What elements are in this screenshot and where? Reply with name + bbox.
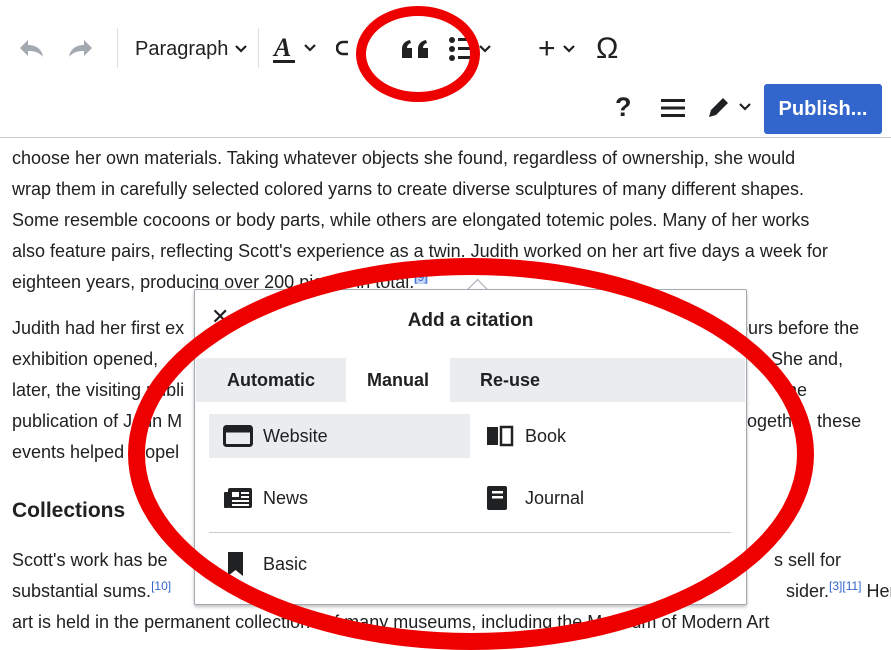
option-label: Journal [525, 488, 584, 509]
undo-icon [18, 36, 46, 60]
citation-tabs: Automatic Manual Re-use [196, 358, 745, 402]
paragraph-line: Scott's work has be [12, 545, 168, 576]
omega-icon: Ω [596, 32, 618, 66]
paragraph-line: also feature pairs, reflecting Scott's e… [12, 236, 828, 267]
paragraph-text: Her [862, 581, 891, 601]
paragraph-line: the [782, 375, 807, 406]
paragraph-line: exhibition opened, [12, 344, 158, 375]
journal-icon [485, 486, 515, 510]
editor-toolbar: Paragraph A + Ω ? Publish... [0, 0, 891, 137]
dialog-title: Add a citation [195, 310, 746, 332]
citation-reference[interactable]: [3][11] [829, 579, 861, 593]
text-style-dropdown[interactable]: A [271, 30, 317, 66]
paragraph-line: events helped propel [12, 437, 179, 468]
citation-option-basic[interactable]: Basic [223, 542, 463, 586]
chevron-down-icon [562, 44, 576, 54]
bookmark-icon [223, 552, 253, 576]
paragraph-line: sider.[3][11] Her [786, 576, 891, 607]
redo-button[interactable] [66, 36, 94, 60]
paragraph-label: Paragraph [135, 38, 228, 61]
tab-manual[interactable]: Manual [346, 358, 450, 402]
help-button[interactable]: ? [615, 92, 632, 123]
link-button[interactable] [336, 38, 366, 58]
chevron-down-icon [738, 102, 752, 112]
chevron-down-icon [234, 44, 248, 54]
publish-button[interactable]: Publish... [764, 84, 882, 134]
paragraph-text: substantial sums. [12, 581, 151, 601]
paragraph-line: wrap them in carefully selected colored … [12, 174, 804, 205]
cite-button[interactable] [400, 38, 434, 60]
paragraph-text: sider. [786, 581, 829, 601]
paragraph-line: Judith had her first ex [12, 313, 184, 344]
option-label: Website [263, 426, 328, 447]
option-label: Book [525, 426, 566, 447]
insert-dropdown[interactable]: + [538, 37, 576, 61]
browser-window-icon [223, 424, 253, 448]
redo-icon [66, 36, 94, 60]
add-citation-dialog: ✕ Add a citation Automatic Manual Re-use… [194, 289, 747, 605]
paragraph-line: ogether, these [747, 406, 861, 437]
edit-mode-dropdown[interactable] [706, 94, 752, 120]
citation-reference[interactable]: [9] [414, 270, 427, 284]
list-dropdown[interactable] [446, 34, 492, 64]
page-options-menu[interactable] [660, 98, 686, 118]
pencil-icon [706, 94, 732, 120]
paragraph-line: substantial sums.[10] [12, 576, 171, 607]
citation-option-book[interactable]: Book [485, 414, 725, 458]
book-icon [485, 424, 515, 448]
citation-reference[interactable]: [10] [151, 579, 171, 593]
paragraph-line: Some resemble cocoons or body parts, whi… [12, 205, 809, 236]
hamburger-menu-icon [660, 98, 686, 118]
plus-icon: + [538, 37, 556, 61]
citation-option-website[interactable]: Website [209, 414, 470, 458]
citation-option-news[interactable]: News [223, 476, 463, 520]
tab-automatic[interactable]: Automatic [196, 358, 346, 402]
link-icon [336, 38, 366, 58]
quote-icon [400, 38, 434, 60]
paragraph-line: publication of John M [12, 406, 182, 437]
newspaper-icon [223, 486, 253, 510]
tab-reuse[interactable]: Re-use [450, 358, 570, 402]
section-heading: Collections [12, 495, 125, 526]
paragraph-line: choose her own materials. Taking whateve… [12, 143, 795, 174]
citation-option-journal[interactable]: Journal [485, 476, 725, 520]
paragraph-line: s. She and, [752, 344, 843, 375]
paragraph-line: s sell for [774, 545, 841, 576]
paragraph-format-dropdown[interactable]: Paragraph [135, 36, 248, 62]
text-style-icon: A [271, 32, 297, 64]
special-character-button[interactable]: Ω [596, 32, 618, 66]
bullet-list-icon [446, 34, 472, 64]
chevron-down-icon [303, 43, 317, 53]
paragraph-line: hours before the [728, 313, 859, 344]
undo-button[interactable] [18, 36, 46, 60]
paragraph-line: later, the visiting publi [12, 375, 184, 406]
chevron-down-icon [478, 44, 492, 54]
option-label: News [263, 488, 308, 509]
help-icon: ? [615, 92, 632, 123]
svg-text:A: A [272, 33, 291, 62]
paragraph-line: art is held in the permanent collections… [12, 607, 769, 638]
option-label: Basic [263, 554, 307, 575]
